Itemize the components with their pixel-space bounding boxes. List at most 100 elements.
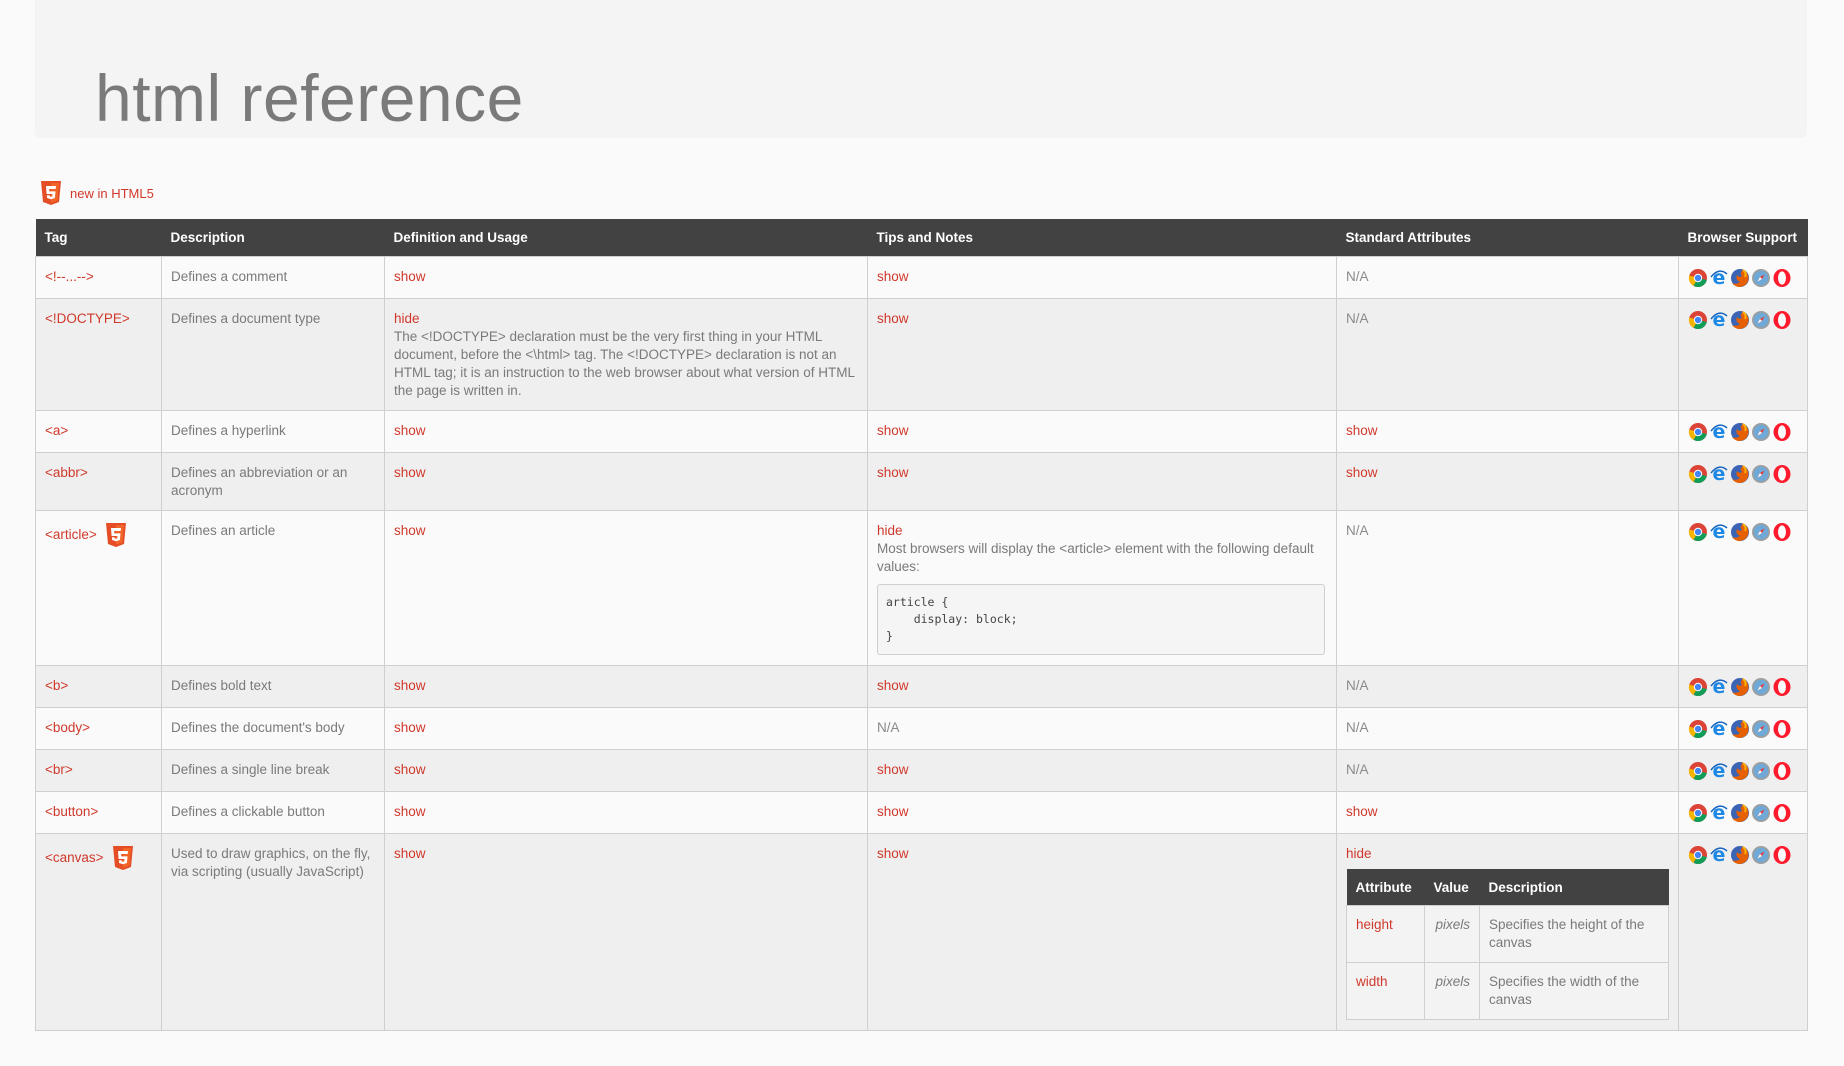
tag-name[interactable]: <button> (45, 803, 98, 821)
tag-name[interactable]: <br> (45, 761, 73, 779)
description-cell: Defines the document's body (161, 707, 385, 750)
definition-show-toggle[interactable]: show (394, 846, 426, 861)
attribute-name[interactable]: height (1356, 917, 1393, 932)
tag-name[interactable]: <!DOCTYPE> (45, 310, 130, 328)
tips-show-toggle[interactable]: show (877, 311, 909, 326)
browser-support-icons: e (1688, 464, 1798, 484)
description-cell: Used to draw graphics, on the fly, via s… (161, 833, 385, 1031)
firefox-icon (1730, 464, 1750, 484)
definition-show-toggle[interactable]: show (394, 720, 426, 735)
table-row: <!--...--> Defines a comment show show N… (35, 256, 1808, 299)
ie-icon: e (1709, 522, 1729, 542)
table-row: <canvas> Used to draw graphics, on the f… (35, 833, 1808, 1031)
attributes-cell: show (1336, 452, 1679, 511)
attribute-value: pixels (1424, 962, 1480, 1020)
tips-hide-toggle[interactable]: hide (877, 523, 903, 538)
canvas-attribute-table: Attribute Value Description height pixel… (1346, 869, 1669, 1020)
browser-support-cell: e (1678, 410, 1808, 453)
tag-cell: <br> (35, 749, 162, 792)
attributes-cell: N/A (1336, 510, 1679, 666)
firefox-icon (1730, 761, 1750, 781)
opera-icon (1772, 845, 1792, 865)
header-description: Description (161, 219, 385, 257)
definition-cell: show (384, 707, 868, 750)
attribute-description: Specifies the height of the canvas (1479, 905, 1669, 963)
attributes-show-toggle[interactable]: show (1346, 423, 1378, 438)
attribute-row: height pixels Specifies the height of th… (1346, 905, 1669, 963)
definition-show-toggle[interactable]: show (394, 269, 426, 284)
tag-name[interactable]: <a> (45, 422, 68, 440)
tips-cell: hide Most browsers will display the <arti… (867, 510, 1337, 666)
tag-name[interactable]: <abbr> (45, 464, 88, 482)
ie-icon: e (1709, 677, 1729, 697)
definition-show-toggle[interactable]: show (394, 762, 426, 777)
definition-show-toggle[interactable]: show (394, 423, 426, 438)
firefox-icon (1730, 803, 1750, 823)
definition-cell: show (384, 833, 868, 1031)
chrome-icon (1688, 761, 1708, 781)
attributes-hide-toggle[interactable]: hide (1346, 846, 1372, 861)
definition-show-toggle[interactable]: show (394, 678, 426, 693)
html5-icon (105, 522, 127, 548)
attribute-header-row: Attribute Value Description (1346, 869, 1669, 906)
tag-name[interactable]: <article> (45, 526, 97, 544)
header-browser-support: Browser Support (1678, 219, 1808, 257)
browser-support-icons: e (1688, 310, 1798, 330)
tips-show-toggle[interactable]: show (877, 846, 909, 861)
firefox-icon (1730, 677, 1750, 697)
opera-icon (1772, 422, 1792, 442)
tips-text: Most browsers will display the <article>… (877, 541, 1314, 574)
attribute-header-value: Value (1424, 869, 1480, 906)
html5-legend: new in HTML5 (40, 180, 154, 206)
attribute-name[interactable]: width (1356, 974, 1388, 989)
definition-cell: hide The <!DOCTYPE> declaration must be t… (384, 298, 868, 411)
table-header-row: Tag Description Definition and Usage Tip… (35, 219, 1808, 257)
chrome-icon (1688, 464, 1708, 484)
attributes-na: N/A (1346, 762, 1369, 777)
tag-cell: <a> (35, 410, 162, 453)
firefox-icon (1730, 268, 1750, 288)
tag-name[interactable]: <b> (45, 677, 68, 695)
tag-name[interactable]: <canvas> (45, 849, 104, 867)
tips-na: N/A (877, 720, 900, 735)
attributes-show-toggle[interactable]: show (1346, 804, 1378, 819)
firefox-icon (1730, 522, 1750, 542)
table-row: <button> Defines a clickable button show… (35, 791, 1808, 834)
tips-show-toggle[interactable]: show (877, 762, 909, 777)
table-row: <abbr> Defines an abbreviation or an acr… (35, 452, 1808, 511)
tips-show-toggle[interactable]: show (877, 269, 909, 284)
table-row: <article> Defines an article show hide Mo… (35, 510, 1808, 666)
definition-show-toggle[interactable]: show (394, 804, 426, 819)
definition-show-toggle[interactable]: show (394, 465, 426, 480)
attributes-na: N/A (1346, 523, 1369, 538)
attribute-header-description: Description (1479, 869, 1669, 906)
definition-cell: show (384, 452, 868, 511)
tips-show-toggle[interactable]: show (877, 804, 909, 819)
tag-name[interactable]: <body> (45, 719, 90, 737)
definition-show-toggle[interactable]: show (394, 523, 426, 538)
definition-cell: show (384, 256, 868, 299)
browser-support-icons: e (1688, 845, 1798, 865)
tag-cell: <!--...--> (35, 256, 162, 299)
definition-cell: show (384, 749, 868, 792)
tag-name[interactable]: <!--...--> (45, 268, 94, 286)
tips-show-toggle[interactable]: show (877, 465, 909, 480)
browser-support-icons: e (1688, 522, 1798, 542)
attributes-show-toggle[interactable]: show (1346, 465, 1378, 480)
ie-icon: e (1709, 310, 1729, 330)
description-cell: Defines an abbreviation or an acronym (161, 452, 385, 511)
browser-support-cell: e (1678, 665, 1808, 708)
tips-show-toggle[interactable]: show (877, 678, 909, 693)
html5-legend-label: new in HTML5 (70, 185, 154, 201)
opera-icon (1772, 268, 1792, 288)
browser-support-icons: e (1688, 422, 1798, 442)
opera-icon (1772, 761, 1792, 781)
description-cell: Defines bold text (161, 665, 385, 708)
tips-show-toggle[interactable]: show (877, 423, 909, 438)
definition-hide-toggle[interactable]: hide (394, 311, 420, 326)
tag-cell: <abbr> (35, 452, 162, 511)
browser-support-icons: e (1688, 803, 1798, 823)
browser-support-icons: e (1688, 719, 1798, 739)
attributes-na: N/A (1346, 311, 1369, 326)
tips-cell: show (867, 410, 1337, 453)
